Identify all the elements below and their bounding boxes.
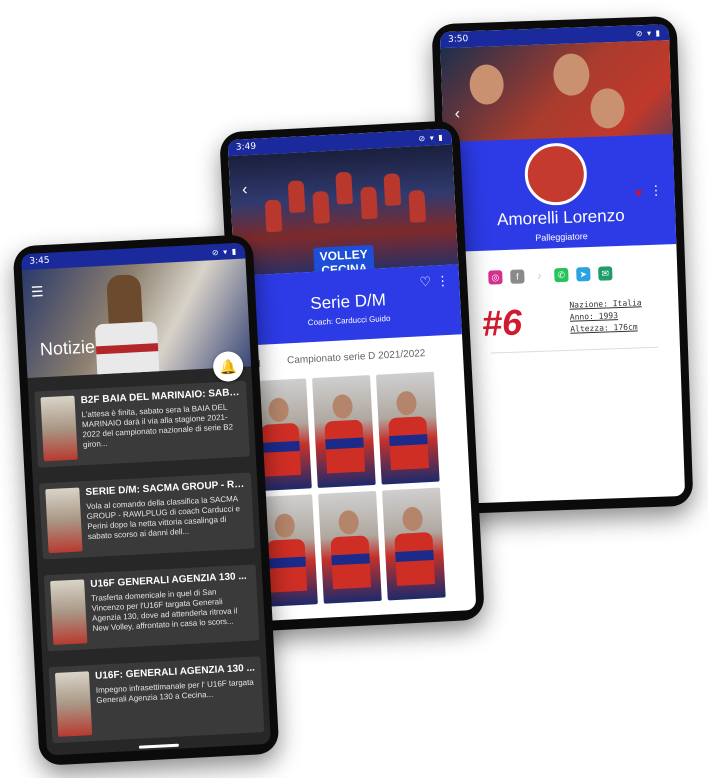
hamburger-menu-icon[interactable]: ☰ — [31, 283, 44, 301]
photo-face — [552, 52, 591, 97]
news-text: U16F: GENERALI AGENZIA 130 ... Impegno i… — [95, 663, 258, 735]
status-time: 3:49 — [235, 141, 257, 153]
photo-player — [383, 173, 402, 207]
email-icon[interactable]: ✉ — [598, 266, 613, 281]
telegram-icon[interactable]: ➤ — [576, 267, 591, 282]
player-screen: 3:50 ⊘ ▾ ▮ ‹ ♥ ⋮ Amorelli Lorenzo Palleg… — [439, 24, 686, 504]
page-title: Notizie — [39, 336, 96, 360]
championship-label: Campionato serie D 2021/2022 — [286, 348, 426, 367]
player-photo-head — [268, 397, 290, 423]
photo-player — [287, 180, 306, 214]
photo-face — [468, 63, 505, 106]
phone-news: 3:45 ⊘ ▾ ▮ ☰ Notizie 🔔 B2F BAIA DEL MARI… — [12, 234, 280, 766]
team-header: ♡ ⋮ Serie D/M Coach: Carducci Guido — [234, 264, 462, 346]
photo-player — [408, 189, 427, 223]
player-photo-head — [338, 509, 360, 535]
player-card[interactable] — [318, 490, 382, 604]
status-time: 3:50 — [447, 34, 469, 45]
player-photo-head — [331, 394, 354, 420]
news-body: Trasferta domenicale in quel di San Vinc… — [90, 587, 238, 633]
player-photo-stripe — [331, 553, 370, 566]
heart-filled-icon[interactable]: ♥ — [635, 185, 643, 200]
player-photo-head — [401, 506, 424, 532]
whatsapp-icon[interactable]: ✆ — [554, 267, 569, 283]
home-indicator — [344, 609, 385, 615]
player-photo-stripe — [389, 434, 428, 447]
status-icons: ⊘ ▾ ▮ — [418, 132, 444, 143]
back-arrow-icon[interactable]: ‹ — [454, 105, 460, 123]
news-item[interactable]: U16F: GENERALI AGENZIA 130 ... Impegno i… — [48, 656, 265, 744]
player-photo-stripe — [325, 437, 364, 450]
player-photo-head — [274, 513, 296, 539]
photo-player — [264, 199, 283, 233]
status-time: 3:45 — [29, 255, 50, 267]
player-card[interactable] — [375, 371, 440, 485]
news-item[interactable]: U16F GENERALI AGENZIA 130 ... Trasferta … — [43, 564, 260, 652]
news-item[interactable]: B2F BAIA DEL MARINAIO: SABA... L'attesa … — [34, 380, 250, 468]
news-body: Vola al comando della classifica la SACM… — [86, 494, 241, 542]
player-card[interactable] — [382, 487, 446, 601]
player-card[interactable] — [312, 375, 376, 488]
news-body: L'attesa è finita, sabato sera la BAIA D… — [81, 402, 234, 450]
news-thumbnail — [54, 671, 93, 737]
more-vert-icon[interactable]: ⋮ — [649, 182, 663, 198]
news-text: SERIE D/M: SACMA GROUP - RA... Vola al c… — [85, 479, 248, 551]
players-grid — [240, 370, 476, 608]
news-body: Impegno infrasettimanale per l' U16F tar… — [95, 677, 254, 705]
player-photo-stripe — [267, 556, 306, 569]
photo-player — [312, 190, 330, 224]
news-text: U16F GENERALI AGENZIA 130 ... Trasferta … — [90, 571, 253, 643]
player-photo-stripe — [261, 440, 300, 453]
info-height: Altezza: 176cm — [570, 322, 638, 334]
divider — [491, 346, 658, 354]
player-photo-head — [395, 390, 418, 416]
tiktok-icon[interactable]: ♪ — [532, 268, 547, 284]
news-thumbnail — [50, 579, 88, 646]
player-info: Nazione: Italia Anno: 1993 Altezza: 176c… — [569, 297, 642, 335]
news-list: B2F BAIA DEL MARINAIO: SABA... L'attesa … — [27, 366, 270, 744]
news-thumbnail — [40, 395, 78, 462]
news-item[interactable]: SERIE D/M: SACMA GROUP - RA... Vola al c… — [38, 472, 255, 560]
facebook-icon[interactable]: f — [510, 269, 525, 284]
player-number: #6 — [481, 301, 523, 344]
player-photo-stripe — [395, 549, 434, 562]
team-photo: ‹ VOLLEY CECINA — [228, 144, 459, 282]
photo-player — [360, 186, 378, 220]
news-thumbnail — [45, 487, 83, 554]
status-icons: ⊘ ▾ ▮ — [635, 27, 662, 38]
back-arrow-icon[interactable]: ‹ — [242, 181, 248, 199]
social-links: ◎ f ♪ ✆ ➤ ✉ — [488, 266, 613, 285]
news-text: B2F BAIA DEL MARINAIO: SABA... L'attesa … — [80, 387, 243, 459]
photo-player — [335, 171, 353, 205]
home-indicator — [138, 743, 179, 749]
news-screen: 3:45 ⊘ ▾ ▮ ☰ Notizie 🔔 B2F BAIA DEL MARI… — [20, 242, 271, 756]
photo-face — [589, 87, 626, 129]
status-icons: ⊘ ▾ ▮ — [211, 246, 238, 257]
news-hero: ☰ Notizie 🔔 — [21, 258, 252, 383]
instagram-icon[interactable]: ◎ — [488, 270, 503, 285]
